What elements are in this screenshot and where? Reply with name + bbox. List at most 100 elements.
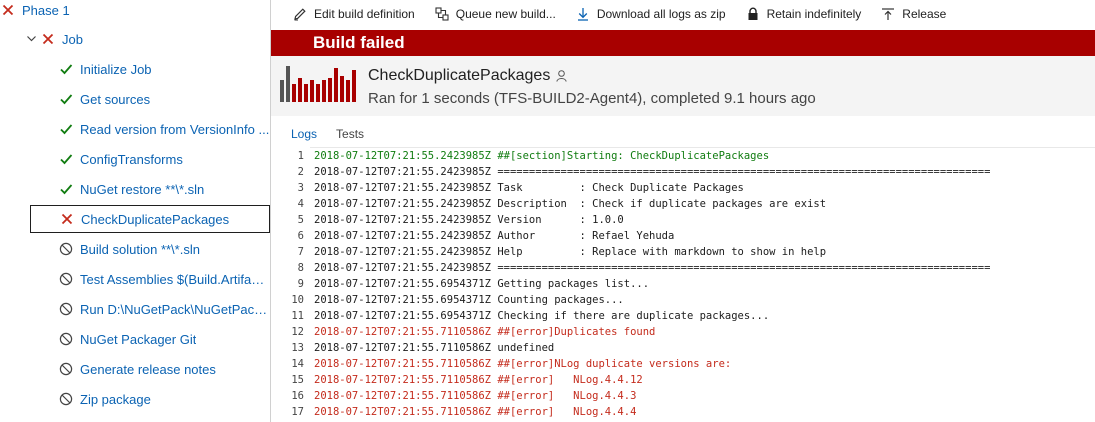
log-line-number: 11 [291, 310, 304, 322]
step-label: Read version from VersionInfo ... [80, 121, 270, 137]
tree-step-row[interactable]: Test Assemblies $(Build.Artifact... [0, 265, 270, 293]
build-status-banner: Build failed [271, 30, 1095, 56]
tree-step-row[interactable]: NuGet restore **\*.sln [0, 175, 270, 203]
log-line: 10 2018-07-12T07:21:55.6954371Z Counting … [271, 292, 624, 308]
tab-tests[interactable]: Tests [336, 127, 364, 141]
edit-build-definition-button[interactable]: Edit build definition [293, 7, 415, 21]
log-line-text: 2018-07-12T07:21:55.7110586Z ##[error]Du… [314, 326, 656, 338]
tree-step-row[interactable]: CheckDuplicatePackages [30, 205, 270, 233]
log-line: 7 2018-07-12T07:21:55.2423985Z Help : Rep… [271, 244, 826, 260]
step-label: Generate release notes [80, 361, 216, 377]
tree-step-row[interactable]: ConfigTransforms [0, 145, 270, 173]
log-line-text: 2018-07-12T07:21:55.6954371Z Counting pa… [314, 294, 624, 306]
log-line-text: 2018-07-12T07:21:55.7110586Z ##[error] N… [314, 406, 637, 418]
queue-build-icon [435, 7, 449, 21]
log-line: 13 2018-07-12T07:21:55.7110586Z undefined [271, 340, 554, 356]
tree-step-row[interactable]: Build solution **\*.sln [0, 235, 270, 263]
step-label: Get sources [80, 91, 151, 107]
log-line-number: 5 [297, 214, 304, 226]
release-button[interactable]: Release [881, 7, 946, 21]
log-line: 17 2018-07-12T07:21:55.7110586Z ##[error]… [271, 404, 636, 420]
skipped-icon [58, 361, 74, 377]
log-line-text: 2018-07-12T07:21:55.7110586Z ##[error] N… [314, 374, 643, 386]
tree-step-row[interactable]: Generate release notes [0, 355, 270, 383]
log-line: 11 2018-07-12T07:21:55.6954371Z Checking … [271, 308, 769, 324]
tree-job-row[interactable]: Job [0, 25, 270, 53]
build-status-text: Build failed [313, 33, 405, 52]
log-tabs: Logs Tests [291, 127, 383, 141]
build-summary-header: CheckDuplicatePackages Ran for 1 seconds… [271, 56, 1095, 116]
log-line-number: 3 [297, 182, 304, 194]
failed-x-icon [59, 211, 75, 227]
log-line-text: 2018-07-12T07:21:55.2423985Z Help : Repl… [314, 246, 827, 258]
tree-step-row[interactable]: NuGet Packager Git [0, 325, 270, 353]
log-line-text: 2018-07-12T07:21:55.2423985Z Task : Chec… [314, 182, 744, 194]
tree-step-row[interactable]: Zip package [0, 385, 270, 413]
chevron-down-icon[interactable] [24, 32, 38, 46]
tree-step-row[interactable]: Run D:\NuGetPack\NuGetPack... [0, 295, 270, 323]
tree-phase-row[interactable]: Phase 1 [0, 0, 270, 24]
step-label: Run D:\NuGetPack\NuGetPack... [80, 301, 270, 317]
log-line-number: 12 [291, 326, 304, 338]
tree-step-row[interactable]: Read version from VersionInfo ... [0, 115, 270, 143]
release-label: Release [902, 7, 947, 21]
skipped-icon [58, 331, 74, 347]
download-logs-button[interactable]: Download all logs as zip [576, 7, 726, 21]
log-viewer[interactable]: 1 2018-07-12T07:21:55.2423985Z ##[section… [271, 147, 1095, 422]
build-steps-tree: Phase 1 Job Initialize Job Get sources Read … [0, 0, 271, 422]
retain-indefinitely-button[interactable]: Retain indefinitely [746, 7, 862, 21]
log-line: 6 2018-07-12T07:21:55.2423985Z Author : R… [271, 228, 675, 244]
step-label: NuGet restore **\*.sln [80, 181, 205, 197]
run-info-text: Ran for 1 seconds (TFS-BUILD2-Agent4), c… [368, 90, 816, 107]
log-line-number: 1 [297, 150, 304, 162]
lock-icon [748, 7, 758, 20]
step-label: ConfigTransforms [80, 151, 183, 167]
check-icon [58, 181, 74, 197]
log-line: 12 2018-07-12T07:21:55.7110586Z ##[error]… [271, 324, 655, 340]
skipped-icon [58, 271, 74, 287]
log-line-number: 4 [297, 198, 304, 210]
failed-x-icon [40, 31, 56, 47]
queue-new-build-button[interactable]: Queue new build... [435, 7, 556, 21]
log-line-text: 2018-07-12T07:21:55.2423985Z ##[section]… [314, 150, 770, 162]
log-line: 9 2018-07-12T07:21:55.6954371Z Getting pa… [271, 276, 649, 292]
definition-name[interactable]: CheckDuplicatePackages [368, 67, 550, 85]
log-line: 4 2018-07-12T07:21:55.2423985Z Descriptio… [271, 196, 826, 212]
queue-new-build-label: Queue new build... [455, 7, 556, 21]
step-label: NuGet Packager Git [80, 331, 197, 347]
log-line: 5 2018-07-12T07:21:55.2423985Z Version : … [271, 212, 624, 228]
check-icon [58, 151, 74, 167]
definition-name-row: CheckDuplicatePackages [368, 67, 568, 85]
log-line-text: 2018-07-12T07:21:55.2423985Z Description… [314, 198, 827, 210]
log-line-number: 14 [291, 358, 304, 370]
person-icon [556, 70, 568, 82]
tree-step-row[interactable]: Get sources [0, 85, 270, 113]
build-history-chart-icon [280, 66, 356, 102]
skipped-icon [58, 301, 74, 317]
release-icon [882, 8, 895, 20]
log-line-text: 2018-07-12T07:21:55.7110586Z ##[error] N… [314, 390, 637, 402]
log-line: 3 2018-07-12T07:21:55.2423985Z Task : Che… [271, 180, 744, 196]
log-line: 2 2018-07-12T07:21:55.2423985Z ==========… [271, 164, 991, 180]
skipped-icon [58, 241, 74, 257]
step-label: Zip package [80, 391, 151, 407]
log-line-number: 15 [291, 374, 304, 386]
log-line-number: 9 [297, 278, 304, 290]
log-line-number: 10 [291, 294, 304, 306]
tab-logs[interactable]: Logs [291, 127, 317, 141]
step-label: Build solution **\*.sln [80, 241, 200, 257]
tree-step-row[interactable]: Initialize Job [0, 55, 270, 83]
failed-x-icon [0, 2, 16, 18]
retain-indefinitely-label: Retain indefinitely [766, 7, 862, 21]
log-line: 14 2018-07-12T07:21:55.7110586Z ##[error]… [271, 356, 731, 372]
download-logs-label: Download all logs as zip [596, 7, 726, 21]
edit-build-definition-label: Edit build definition [314, 7, 415, 21]
job-label: Job [62, 31, 83, 47]
download-icon [577, 8, 588, 21]
log-line-text: 2018-07-12T07:21:55.2423985Z ===========… [314, 166, 991, 178]
log-line-text: 2018-07-12T07:21:55.6954371Z Checking if… [314, 310, 770, 322]
log-line-text: 2018-07-12T07:21:55.2423985Z Author : Re… [314, 230, 675, 242]
phase-label: Phase 1 [22, 2, 70, 18]
log-line-number: 16 [291, 390, 304, 402]
pencil-icon [294, 8, 306, 21]
